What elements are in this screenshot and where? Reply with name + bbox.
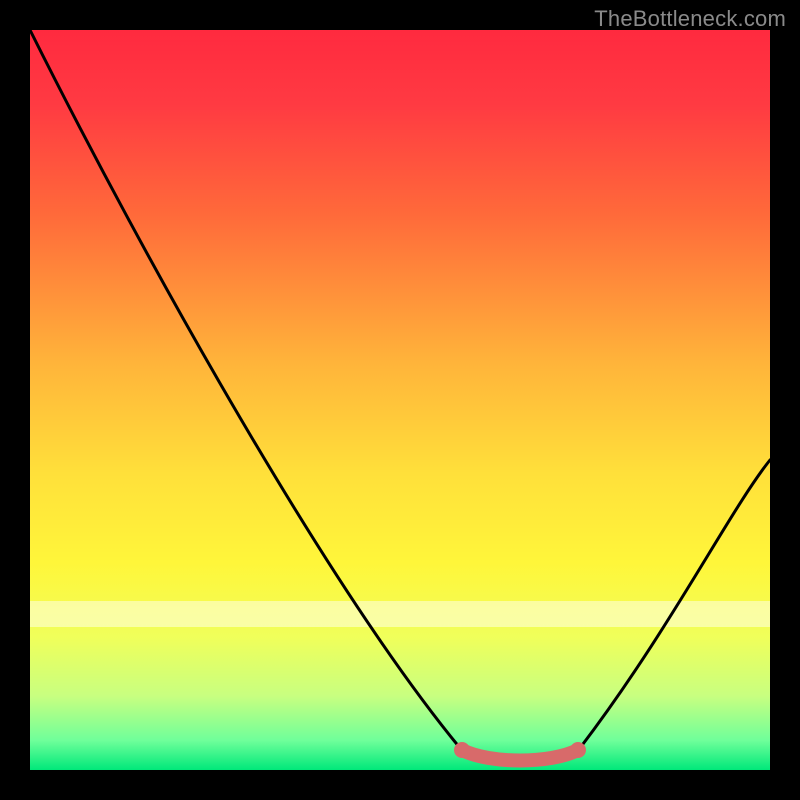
chart-frame: TheBottleneck.com [0, 0, 800, 800]
curve-right [580, 460, 770, 748]
optimum-dot-right [570, 742, 586, 758]
optimum-dot-left [454, 742, 470, 758]
curve-left [30, 30, 460, 748]
watermark-text: TheBottleneck.com [594, 6, 786, 32]
optimum-segment [462, 750, 578, 761]
plot-area [30, 30, 770, 770]
bottleneck-curve [30, 30, 770, 770]
